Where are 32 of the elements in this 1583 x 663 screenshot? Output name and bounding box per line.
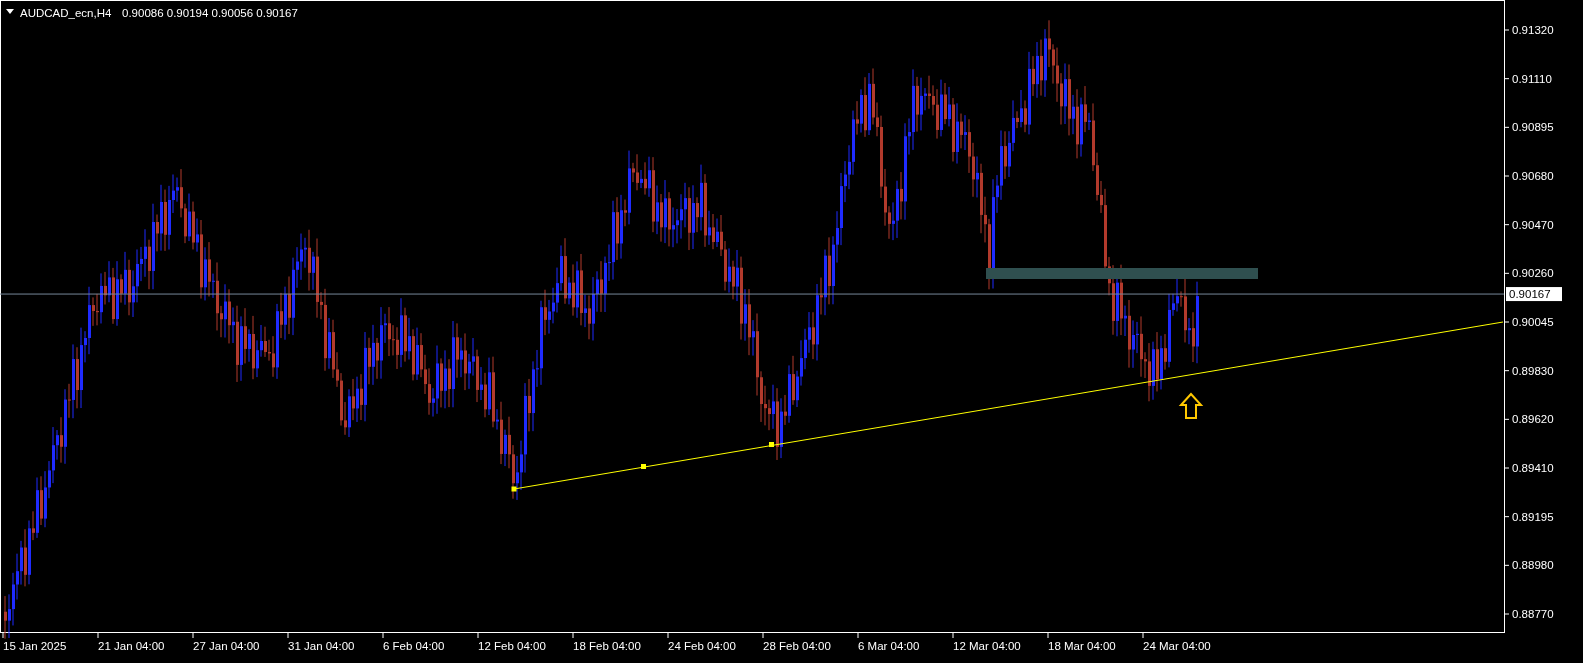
time-axis-label: 27 Jan 04:00: [193, 640, 260, 652]
price-axis-label: 0.89620: [1512, 413, 1554, 426]
price-axis-label: 0.89830: [1512, 364, 1554, 377]
time-axis-label: 24 Mar 04:00: [1143, 640, 1211, 652]
price-axis-label: 0.91110: [1512, 72, 1552, 85]
time-axis-label: 15 Jan 2025: [3, 640, 67, 652]
quote-values: 0.90086 0.90194 0.90056 0.90167: [122, 7, 298, 19]
trend-line[interactable]: [511, 321, 1504, 492]
time-axis-label: 21 Jan 04:00: [98, 640, 165, 652]
time-axis-label: 6 Mar 04:00: [858, 640, 920, 652]
price-axis-label: 0.89410: [1512, 462, 1554, 474]
up-arrow-icon: [1178, 392, 1204, 419]
time-axis-label: 12 Feb 04:00: [478, 640, 546, 652]
price-axis-label: 0.88980: [1512, 559, 1554, 572]
time-axis-label: 18 Mar 04:00: [1048, 640, 1116, 652]
price-axis-label: 0.90470: [1512, 218, 1554, 231]
price-axis-label: 0.89195: [1512, 510, 1554, 523]
time-axis-label: 28 Feb 04:00: [763, 640, 831, 652]
price-axis-label: 0.90260: [1512, 267, 1554, 280]
time-axis-label: 31 Jan 04:00: [288, 640, 355, 652]
price-axis-label: 0.88770: [1512, 608, 1554, 620]
time-axis-label: 6 Feb 04:00: [383, 640, 445, 652]
current-price-label: 0.90167: [1506, 287, 1562, 302]
time-axis-label: 18 Feb 04:00: [573, 640, 641, 652]
price-axis-label: 0.90895: [1512, 121, 1554, 134]
time-axis-label: 24 Feb 04:00: [668, 640, 736, 652]
symbol-label: AUDCAD_ecn,H4: [20, 7, 112, 19]
time-axis-label: 12 Mar 04:00: [953, 640, 1021, 652]
dropdown-triangle-icon[interactable]: [6, 9, 14, 14]
price-axis-label: 0.91320: [1512, 24, 1554, 36]
price-axis-label: 0.90680: [1512, 170, 1554, 182]
price-axis-label: 0.90045: [1512, 316, 1554, 328]
